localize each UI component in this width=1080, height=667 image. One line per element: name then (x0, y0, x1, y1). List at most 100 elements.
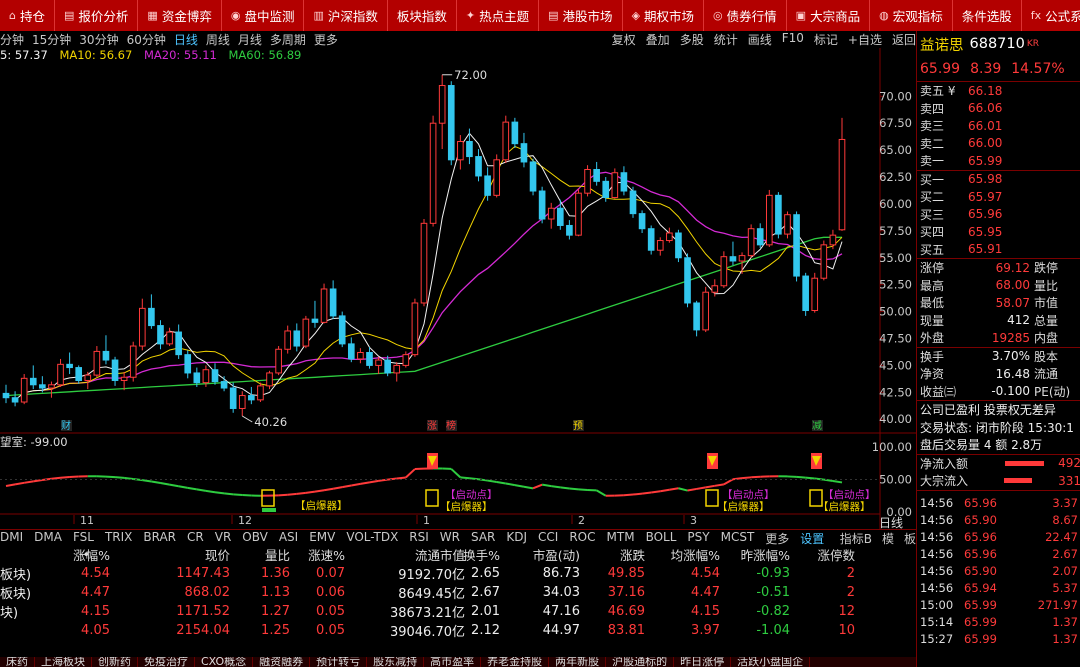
candle-body (629, 190, 637, 215)
indicator-tab-right[interactable]: 指标B (840, 530, 872, 546)
indicator-tab[interactable]: BRAR (143, 530, 176, 546)
indicator-tab[interactable]: BOLL (646, 530, 677, 546)
candle-body (438, 85, 446, 124)
candle-body (693, 302, 700, 331)
y-tick-label: 42.50 (879, 385, 912, 399)
indicator-tab[interactable]: SAR (471, 530, 495, 546)
indicator-y-label: 50.00 (879, 473, 912, 487)
sector-tab[interactable]: 融资融券 (253, 657, 311, 667)
oscillator-segment (314, 489, 325, 493)
sector-tab[interactable]: 上海板块 (35, 657, 92, 667)
indicator-tab[interactable]: TRIX (105, 530, 132, 546)
candle-body (656, 240, 664, 251)
orderbook-price: 66.00 (968, 136, 1003, 151)
net-inflow-value: 492 (1058, 456, 1080, 471)
indicator-tab[interactable]: 更多 (765, 530, 789, 546)
sector-tab[interactable]: CXO概念 (195, 657, 254, 667)
column-header[interactable]: 涨跌 (580, 545, 645, 564)
column-header[interactable]: 量比 (250, 545, 290, 564)
indicator-tab[interactable]: VOL-TDX (346, 530, 398, 546)
table-cell: 4.54 (691, 566, 720, 581)
indicator-tab[interactable]: OBV (242, 530, 268, 546)
table-row[interactable]: 4.05 2154.04 1.25 0.05 39046.70亿 2.12 44.97 83.… (0, 621, 916, 640)
column-header[interactable]: 现价 (170, 545, 230, 564)
orderbook-label: 卖二 (920, 136, 945, 151)
column-header[interactable]: 均涨幅% (650, 545, 720, 564)
column-header[interactable]: 市盈(动) (500, 545, 580, 564)
menu-item[interactable]: fx公式系统 (1022, 0, 1080, 31)
oscillator-segment (723, 478, 734, 486)
menu-item[interactable]: 条件选股 (953, 0, 1022, 31)
indicator-tab[interactable]: RSI (409, 530, 429, 546)
sector-tab[interactable]: 活跃小盘国企 (731, 657, 811, 667)
indicator-tab[interactable]: ASI (279, 530, 298, 546)
sector-tab[interactable]: 预计转亏 (310, 657, 368, 667)
indicator-tab[interactable]: 设置 (800, 530, 824, 546)
indicator-title: 望室: -99.00 (0, 435, 68, 449)
stat-label: 最高 (920, 278, 945, 293)
oscillator-segment (160, 482, 170, 486)
orderbook-row: 买二 65.97 (917, 188, 1080, 206)
row-name: 块) (0, 606, 19, 621)
indicator-tab[interactable]: EMV (309, 530, 335, 546)
candle-body (366, 351, 373, 366)
indicator-tab[interactable]: PSY (687, 530, 709, 546)
candle-body (39, 384, 46, 389)
sector-tab[interactable]: 两年新股 (549, 657, 607, 667)
sector-tab[interactable]: 高市盈率 (424, 657, 482, 667)
indicator-tab[interactable]: CR (187, 530, 204, 546)
tick-row: 14:56 65.90 8.67 (917, 512, 1080, 529)
candlestick-chart[interactable]: 70.00 67.50 65.00 62.50 60.00 57.50 55.00 52.50… (0, 0, 916, 529)
sector-tab[interactable]: 免疫治疗 (138, 657, 195, 667)
sector-tab[interactable]: 创新药 (92, 657, 138, 667)
column-header[interactable]: 涨幅% (70, 545, 110, 564)
sector-tab[interactable]: 股东减持 (367, 657, 425, 667)
indicator-tab-right[interactable]: 模 (882, 530, 894, 546)
stat-row: 外盘 19285 内盘 (917, 329, 1080, 347)
indicator-tab[interactable]: MTM (607, 530, 635, 546)
candle-body (811, 277, 819, 312)
indicator-tab[interactable]: VR (215, 530, 232, 546)
tick-time: 15:27 (920, 632, 954, 646)
stock-header: 益诺思 688710 KR (917, 31, 1080, 57)
indicator-tab[interactable]: CCI (538, 530, 558, 546)
table-row[interactable]: 块) 4.15 1171.52 1.27 0.05 38673.21亿 2.01 47.16 4… (0, 602, 916, 621)
table-row[interactable]: 板块) 4.54 1147.43 1.36 0.07 9192.70亿 2.65 86.73 4… (0, 564, 916, 583)
table-cell: 1.36 (261, 566, 290, 581)
candle-body (538, 190, 546, 220)
indicator-tab[interactable]: DMA (34, 530, 62, 546)
indicator-tab[interactable]: FSL (73, 530, 94, 546)
column-header[interactable]: 涨速% (295, 545, 345, 564)
indicator-tab[interactable]: KDJ (506, 530, 527, 546)
column-header[interactable]: 涨停数 (805, 545, 855, 564)
oscillator-segment (51, 476, 61, 480)
column-header[interactable]: 换手% (445, 545, 500, 564)
table-cell: -0.93 (756, 566, 790, 581)
candle-body (375, 359, 382, 366)
sector-tab[interactable]: 床药 (0, 657, 35, 667)
stats-block-1: 涨停 69.12 跌停 最高 68.00 量比 最低 58.07 市值 现量 412 总量 外盘 1928… (917, 259, 1080, 347)
sector-tab[interactable]: 昨日涨停 (674, 657, 732, 667)
tick-row: 15:00 65.99 271.97 (917, 597, 1080, 614)
oscillator-segment (178, 485, 188, 489)
indicator-tab[interactable]: MCST (721, 530, 755, 546)
oscillator-segment (551, 485, 561, 489)
table-row[interactable]: 板块) 4.47 868.02 1.13 0.06 8649.45亿 2.67 34.03 37… (0, 583, 916, 602)
indicator-tab[interactable]: ROC (569, 530, 595, 546)
stat-label: 净资 (920, 367, 945, 382)
indicator-signal-label: 【启动点】 (445, 488, 498, 501)
sector-table: • 涨幅% 现价 量比 涨速% 流通市值 换手% 市盈(动) 涨跌 均涨幅% 昨涨幅% 涨停数 板块) 4… (0, 545, 916, 657)
oscillator-segment (323, 487, 334, 492)
sector-tab[interactable]: 养老金持股 (481, 657, 550, 667)
y-tick-label: 65.00 (879, 143, 912, 157)
indicator-tab[interactable]: WR (440, 530, 460, 546)
table-cell: -1.04 (756, 623, 790, 638)
oscillator-segment (24, 480, 34, 484)
table-cell: 4.15 (691, 604, 720, 619)
sector-tab[interactable]: 沪股通标的 (606, 657, 675, 667)
indicator-tab-right[interactable]: 板 (904, 530, 916, 546)
orderbook-price: 65.97 (968, 189, 1003, 204)
bottom-sector-tabs: 床药 上海板块 创新药 免疫治疗 CXO概念 融资融券 预计转亏 股东减持 高市盈率 养老金持股两… (0, 657, 916, 667)
column-header[interactable]: 昨涨幅% (720, 545, 790, 564)
indicator-tab[interactable]: DMI (0, 530, 23, 546)
